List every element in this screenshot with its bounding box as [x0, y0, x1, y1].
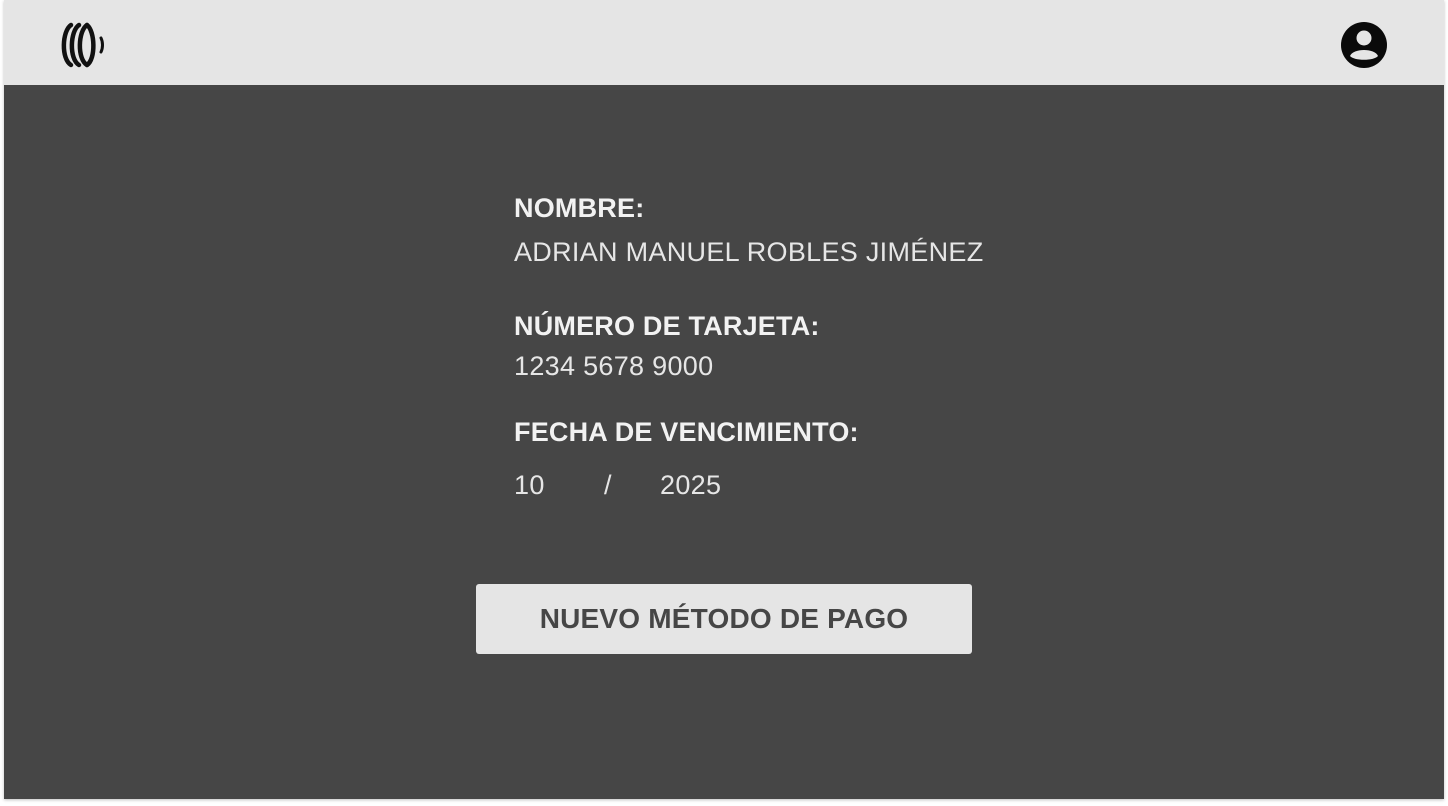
- expiry-year: 2025: [660, 470, 722, 500]
- expiry-value: 10 / 2025: [514, 470, 774, 504]
- top-bar: [4, 0, 1444, 85]
- new-payment-method-button[interactable]: NUEVO MÉTODO DE PAGO: [476, 584, 972, 654]
- name-label: NOMBRE:: [514, 193, 645, 223]
- card-number-value: 1234 5678 9000: [514, 351, 714, 381]
- expiry-label: FECHA DE VENCIMIENTO:: [514, 417, 859, 447]
- app-window: NOMBRE: ADRIAN MANUEL ROBLES JIMÉNEZ NÚM…: [4, 0, 1444, 799]
- user-profile-icon[interactable]: [1340, 21, 1388, 69]
- name-value: ADRIAN MANUEL ROBLES JIMÉNEZ: [514, 237, 984, 267]
- card-number-label: NÚMERO DE TARJETA:: [514, 311, 820, 341]
- logo-icon[interactable]: [57, 21, 109, 69]
- expiry-separator: /: [604, 470, 612, 500]
- expiry-month: 10: [514, 470, 545, 500]
